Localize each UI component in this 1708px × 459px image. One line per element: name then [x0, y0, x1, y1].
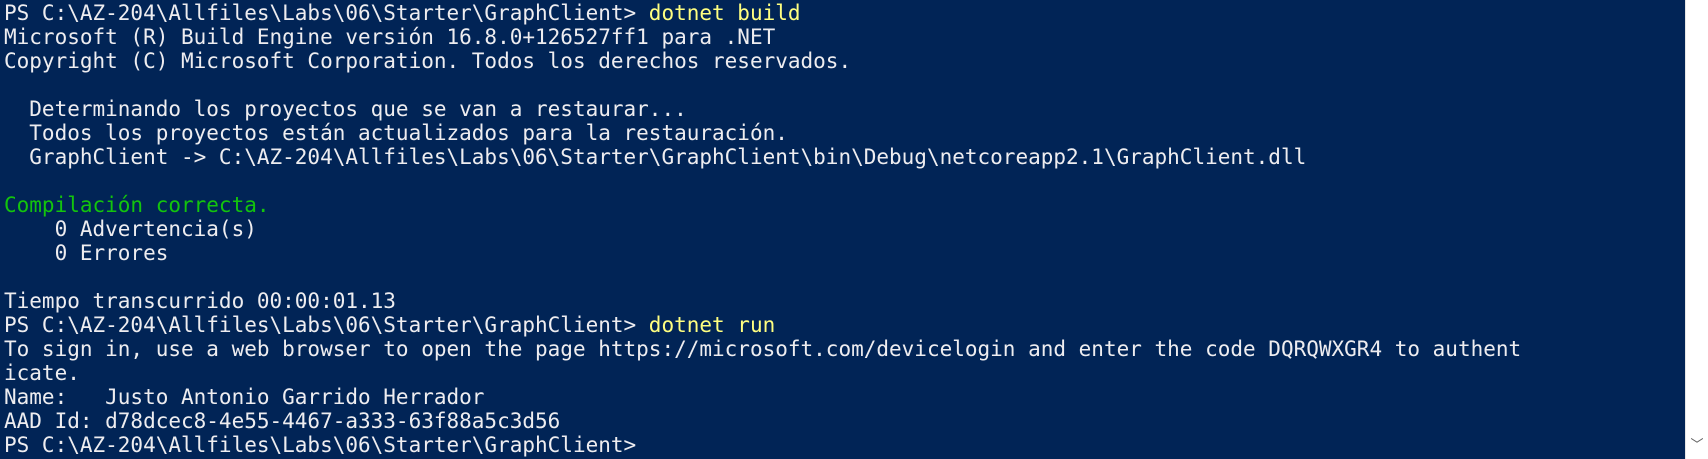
prompt: PS C:\AZ-204\Allfiles\Labs\06\Starter\Gr…: [4, 313, 649, 337]
powershell-terminal[interactable]: PS C:\AZ-204\Allfiles\Labs\06\Starter\Gr…: [0, 0, 1685, 459]
output-line: icate.: [4, 361, 80, 385]
output-line: Copyright (C) Microsoft Corporation. Tod…: [4, 49, 852, 73]
output-line: Todos los proyectos están actualizados p…: [4, 121, 788, 145]
scroll-down-arrow-icon[interactable]: ﹀: [1686, 439, 1708, 453]
output-line: GraphClient -> C:\AZ-204\Allfiles\Labs\0…: [4, 145, 1307, 169]
name-line: Name: Justo Antonio Garrido Herrador: [4, 385, 485, 409]
prompt-line: PS C:\AZ-204\Allfiles\Labs\06\Starter\Gr…: [4, 313, 1521, 337]
output-line: Microsoft (R) Build Engine versión 16.8.…: [4, 25, 776, 49]
output-line: Determinando los proyectos que se van a …: [4, 97, 687, 121]
vertical-scrollbar[interactable]: ﹀: [1685, 0, 1708, 459]
prompt-line: PS C:\AZ-204\Allfiles\Labs\06\Starter\Gr…: [4, 1, 1521, 25]
warnings-line: 0 Advertencia(s): [4, 217, 257, 241]
command-dotnet-build: dotnet build: [648, 1, 801, 25]
terminal-output: PS C:\AZ-204\Allfiles\Labs\06\Starter\Gr…: [4, 1, 1521, 457]
output-line: To sign in, use a web browser to open th…: [4, 337, 1522, 361]
build-success-line: Compilación correcta.: [4, 193, 270, 217]
prompt: PS C:\AZ-204\Allfiles\Labs\06\Starter\Gr…: [4, 1, 649, 25]
prompt: PS C:\AZ-204\Allfiles\Labs\06\Starter\Gr…: [4, 433, 649, 457]
current-prompt-line[interactable]: PS C:\AZ-204\Allfiles\Labs\06\Starter\Gr…: [4, 433, 1521, 457]
errors-line: 0 Errores: [4, 241, 169, 265]
elapsed-time-line: Tiempo transcurrido 00:00:01.13: [4, 289, 396, 313]
command-dotnet-run: dotnet run: [648, 313, 776, 337]
aad-id-line: AAD Id: d78dcec8-4e55-4467-a333-63f88a5c…: [4, 409, 561, 433]
